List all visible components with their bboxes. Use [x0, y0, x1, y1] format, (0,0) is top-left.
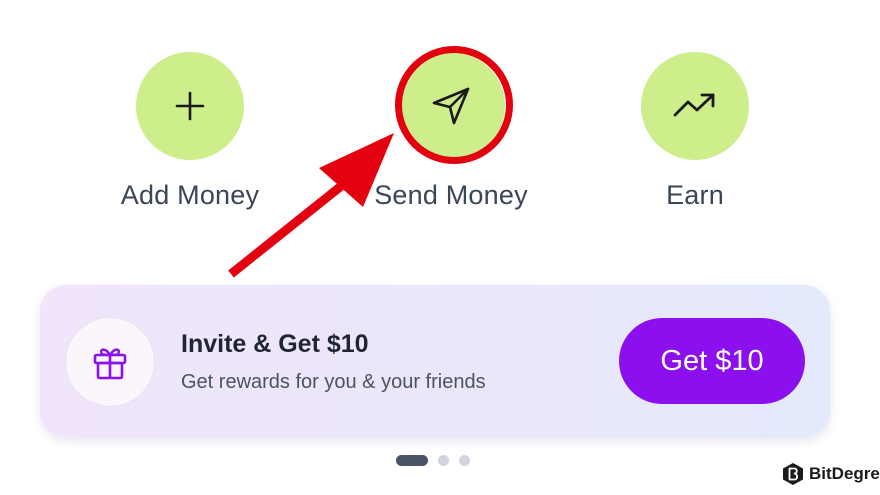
- pagination-dot[interactable]: [438, 455, 449, 466]
- earn-button[interactable]: [641, 52, 749, 160]
- add-money-label: Add Money: [120, 180, 260, 210]
- pagination-dot-active[interactable]: [396, 455, 428, 466]
- watermark-text: BitDegree: [809, 464, 880, 483]
- gift-icon-badge: [65, 317, 155, 407]
- earn-label: Earn: [666, 180, 724, 210]
- send-money-label: Send Money: [374, 180, 528, 210]
- promo-subtitle: Get rewards for you & your friends: [181, 371, 486, 393]
- gift-icon: [93, 348, 127, 380]
- pagination-dot[interactable]: [459, 455, 470, 466]
- get-10-button[interactable]: Get $10: [619, 318, 805, 404]
- invite-promo-card[interactable]: Invite & Get $10 Get rewards for you & y…: [40, 285, 830, 437]
- bitdegree-watermark: BitDegree: [782, 462, 880, 486]
- add-money-action[interactable]: Add Money: [80, 52, 300, 211]
- promo-title: Invite & Get $10: [181, 330, 369, 358]
- highlight-ring-annotation: [395, 46, 513, 164]
- carousel-pagination: [396, 455, 470, 466]
- trending-up-icon: [673, 93, 715, 117]
- bitdegree-logo: [783, 463, 803, 485]
- plus-icon: [175, 91, 205, 121]
- earn-action[interactable]: Earn: [585, 52, 805, 211]
- add-money-button[interactable]: [136, 52, 244, 160]
